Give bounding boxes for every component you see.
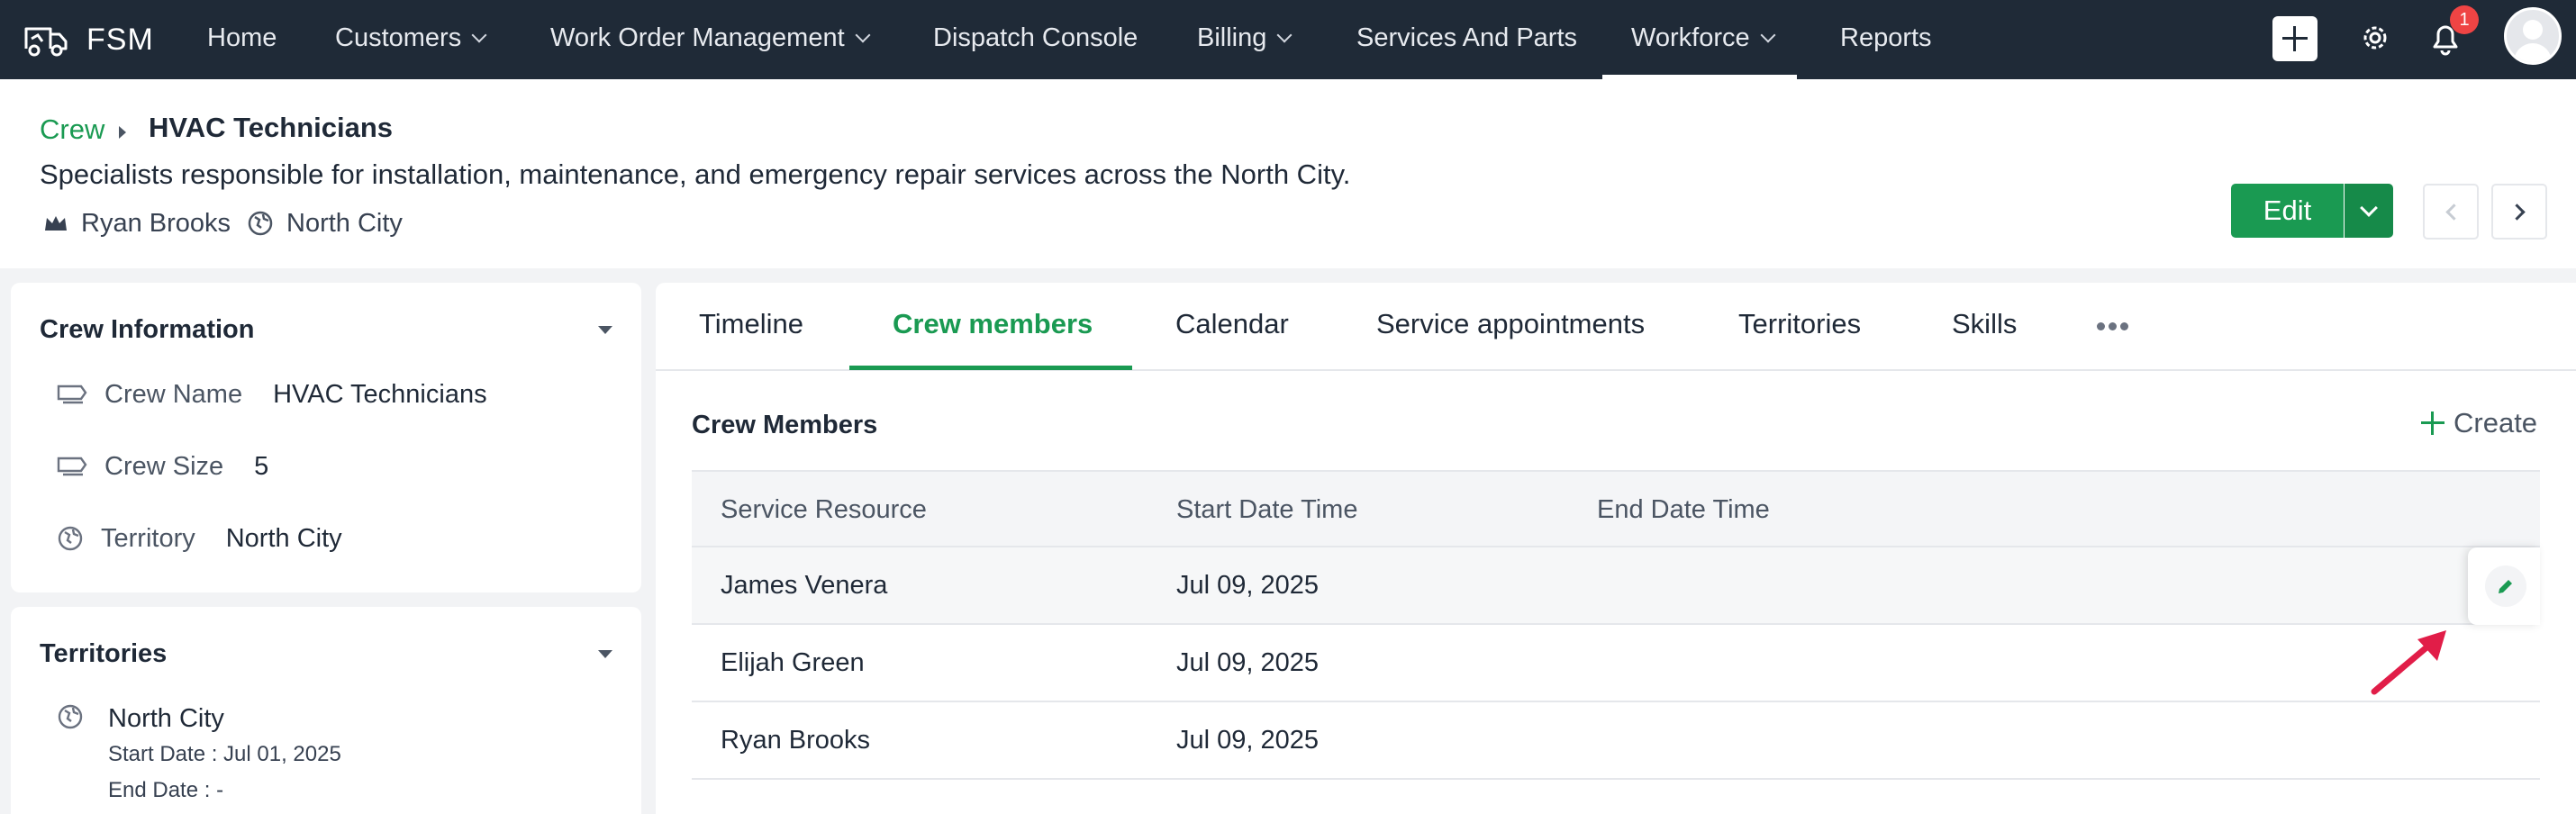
related-lists-panel: Timeline Crew members Calendar Service a…	[656, 283, 2576, 814]
app-name: FSM	[86, 22, 154, 57]
chevron-right-icon	[2508, 204, 2526, 221]
cell-start-date-time: Jul 09, 2025	[1176, 648, 1320, 677]
record-description: Specialists responsible for installation…	[40, 158, 1351, 190]
crew-owner: Ryan Brooks	[43, 207, 231, 240]
tag-icon	[57, 384, 87, 404]
avatar[interactable]	[2504, 7, 2562, 65]
create-button[interactable]: Create	[2421, 405, 2537, 441]
crew-information-title: Crew Information	[40, 315, 255, 344]
cell-service-resource[interactable]: Elijah Green	[721, 648, 865, 678]
top-navigation: FSM Home Customers Work Order Management…	[0, 0, 2576, 79]
chevron-left-icon	[2445, 204, 2463, 221]
notification-badge: 1	[2450, 5, 2479, 34]
tab-service-appointments[interactable]: Service appointments	[1376, 308, 1645, 340]
quick-create-plus-icon[interactable]	[2272, 16, 2317, 61]
row-edit-button[interactable]	[2468, 547, 2540, 625]
crew-members-title: Crew Members	[692, 411, 878, 439]
tab-crew-members[interactable]: Crew members	[893, 308, 1093, 340]
table-header: Service Resource Start Date Time End Dat…	[692, 470, 2540, 547]
cell-start-date-time: Jul 09, 2025	[1176, 726, 1320, 755]
cell-service-resource[interactable]: Ryan Brooks	[721, 726, 870, 755]
nav-work-order-management[interactable]: Work Order Management	[550, 0, 871, 79]
nav-billing[interactable]: Billing	[1197, 0, 1293, 79]
column-service-resource[interactable]: Service Resource	[721, 495, 927, 525]
active-tab-indicator	[849, 366, 1132, 370]
tab-territories[interactable]: Territories	[1738, 308, 1861, 340]
chevron-down-icon	[1276, 27, 1293, 43]
column-start-date-time[interactable]: Start Date Time	[1176, 495, 1357, 525]
tab-calendar[interactable]: Calendar	[1175, 308, 1289, 340]
app-logo[interactable]: FSM	[23, 16, 154, 63]
plus-icon	[2421, 412, 2444, 435]
territory-end-date: End Date : -	[108, 778, 224, 802]
crew-territory: North City	[247, 207, 403, 240]
nav-home[interactable]: Home	[207, 0, 277, 79]
van-icon	[24, 27, 68, 57]
chevron-down-icon	[1760, 27, 1776, 43]
nav-dispatch-console[interactable]: Dispatch Console	[933, 0, 1138, 79]
nav-services-and-parts[interactable]: Services And Parts	[1356, 0, 1577, 79]
tag-icon	[57, 457, 87, 476]
cell-service-resource[interactable]: James Venera	[721, 571, 887, 601]
previous-record-button[interactable]	[2423, 184, 2479, 240]
tab-timeline[interactable]: Timeline	[699, 308, 803, 340]
nav-workforce[interactable]: Workforce	[1602, 0, 1797, 79]
tab-skills[interactable]: Skills	[1952, 308, 2017, 340]
table-row[interactable]: James Venera Jul 09, 2025	[692, 547, 2540, 625]
table-row[interactable]: Ryan Brooks Jul 09, 2025	[692, 702, 2540, 780]
collapse-caret-icon[interactable]	[598, 326, 612, 334]
nav-reports[interactable]: Reports	[1840, 0, 1932, 79]
edit-button[interactable]: Edit	[2231, 184, 2344, 238]
row-edit-circle	[2485, 565, 2526, 607]
field-crew-size: Crew Size 5	[56, 448, 268, 484]
territories-title: Territories	[40, 639, 168, 668]
territories-card: Territories North City Start Date : Jul …	[11, 607, 641, 814]
crew-information-card: Crew Information Crew Name HVAC Technici…	[11, 283, 641, 592]
globe-icon	[248, 211, 273, 236]
collapse-caret-icon[interactable]	[598, 650, 612, 658]
crown-icon	[45, 216, 67, 231]
table-row[interactable]: Elijah Green Jul 09, 2025	[692, 625, 2540, 702]
annotation-arrow-icon	[2371, 630, 2446, 695]
tab-bar: Timeline Crew members Calendar Service a…	[656, 283, 2576, 371]
globe-icon	[58, 526, 83, 551]
next-record-button[interactable]	[2491, 184, 2547, 240]
breadcrumb-separator-icon	[119, 126, 126, 139]
chevron-down-icon	[471, 27, 487, 43]
edit-dropdown-chevron-icon[interactable]	[2345, 184, 2393, 238]
cell-start-date-time: Jul 09, 2025	[1176, 571, 1320, 600]
territory-name[interactable]: North City	[108, 704, 224, 734]
chevron-down-icon	[855, 27, 871, 43]
record-header: Crew HVAC Technicians Specialists respon…	[0, 79, 2576, 268]
pencil-icon	[2499, 580, 2512, 593]
column-end-date-time[interactable]: End Date Time	[1597, 495, 1770, 525]
field-crew-name: Crew Name HVAC Technicians	[56, 376, 487, 412]
field-territory: Territory North City	[56, 520, 342, 556]
nav-customers[interactable]: Customers	[335, 0, 487, 79]
territory-start-date: Start Date : Jul 01, 2025	[108, 742, 341, 766]
globe-icon	[58, 704, 83, 729]
more-tabs-icon[interactable]	[2097, 322, 2129, 331]
breadcrumb-crew-link[interactable]: Crew	[40, 113, 104, 146]
gear-icon[interactable]	[2357, 18, 2393, 58]
page-title: HVAC Technicians	[149, 112, 394, 143]
